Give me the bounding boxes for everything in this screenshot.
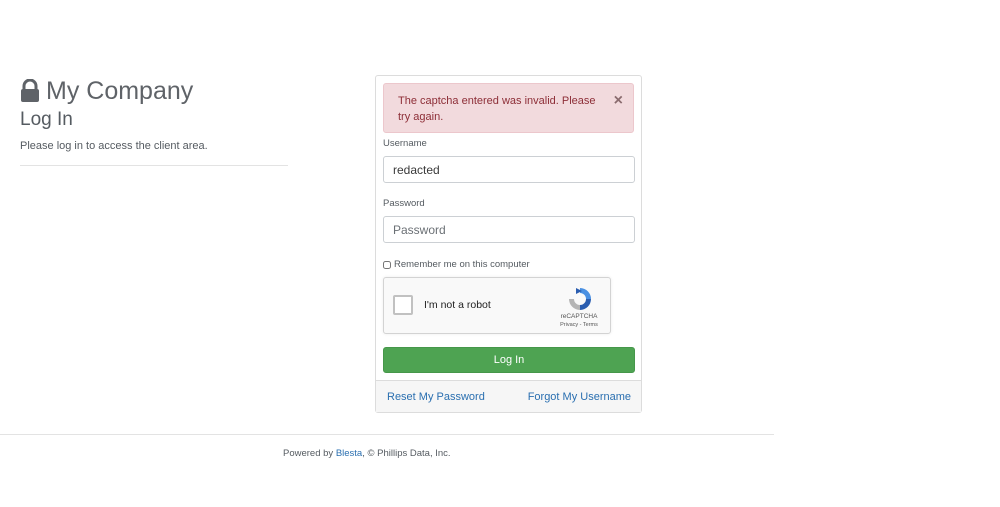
- password-label: Password: [383, 198, 425, 209]
- footer-prefix: Powered by: [283, 448, 336, 459]
- page-header: My Company Log In Please log in to acces…: [20, 75, 288, 166]
- footer-divider: [0, 434, 774, 435]
- card-footer: Reset My Password Forgot My Username: [376, 380, 641, 412]
- reset-password-link[interactable]: Reset My Password: [387, 391, 485, 403]
- password-input[interactable]: [383, 216, 635, 243]
- recaptcha-terms-link[interactable]: Terms: [583, 322, 598, 328]
- alert-message: The captcha entered was invalid. Please …: [398, 95, 596, 123]
- company-title: My Company: [20, 77, 288, 105]
- lock-icon: [21, 79, 39, 102]
- recaptcha-privacy-link[interactable]: Privacy: [560, 322, 578, 328]
- blesta-link[interactable]: Blesta: [336, 448, 362, 459]
- page-title: Log In: [20, 109, 73, 130]
- error-alert: The captcha entered was invalid. Please …: [383, 83, 634, 133]
- footer-suffix: , © Phillips Data, Inc.: [362, 448, 451, 459]
- page-subtitle: Please log in to access the client area.: [20, 140, 208, 152]
- recaptcha-links: Privacy - Terms: [557, 322, 601, 328]
- username-label: Username: [383, 138, 427, 149]
- username-input[interactable]: [383, 156, 635, 183]
- remember-label: Remember me on this computer: [394, 259, 530, 270]
- recaptcha-widget: I'm not a robot reCAPTCHA Privacy - Term…: [383, 277, 611, 334]
- page-footer: Powered by Blesta, © Phillips Data, Inc.: [283, 448, 451, 459]
- forgot-username-link[interactable]: Forgot My Username: [528, 391, 631, 403]
- login-card: The captcha entered was invalid. Please …: [375, 75, 642, 413]
- recaptcha-checkbox[interactable]: [393, 295, 413, 315]
- login-button[interactable]: Log In: [383, 347, 635, 373]
- recaptcha-label: I'm not a robot: [424, 299, 491, 311]
- close-icon[interactable]: ×: [614, 93, 623, 109]
- remember-me[interactable]: Remember me on this computer: [383, 259, 530, 270]
- company-name: My Company: [46, 76, 194, 105]
- recaptcha-logo-icon: [569, 288, 591, 310]
- header-divider: [20, 165, 288, 166]
- remember-checkbox[interactable]: [383, 260, 391, 269]
- recaptcha-brand: reCAPTCHA: [560, 313, 598, 320]
